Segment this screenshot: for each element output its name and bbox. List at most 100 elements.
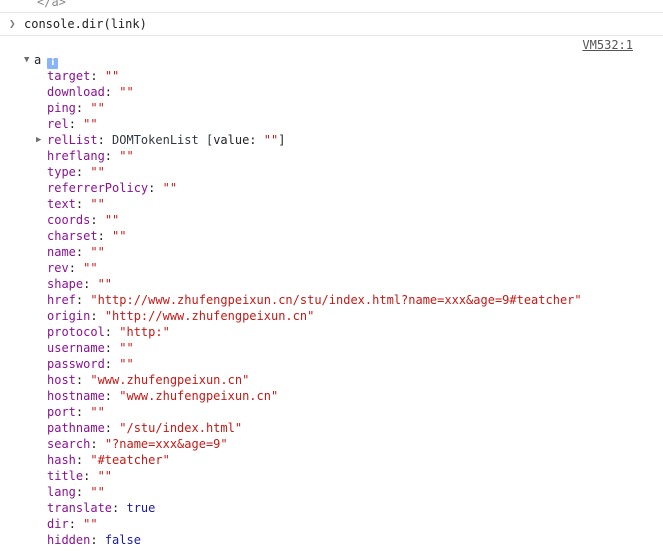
property-key: ping — [47, 101, 76, 115]
property-key: shape — [47, 277, 84, 291]
property-row-protocol: protocol: "http:" — [47, 324, 582, 340]
property-value: false — [104, 533, 141, 547]
property-separator: : — [104, 149, 120, 163]
property-value: "" — [112, 229, 127, 243]
property-key: hash — [47, 453, 76, 467]
property-separator: : — [148, 181, 163, 195]
property-separator: : — [104, 341, 120, 355]
property-key: port — [47, 405, 76, 419]
property-key: name — [47, 245, 76, 259]
property-key: charset — [47, 229, 98, 243]
triangle-right-icon[interactable]: ▶ — [36, 132, 46, 148]
property-row-lang: lang: "" — [47, 484, 582, 500]
property-value: "" — [162, 181, 178, 195]
property-separator: : — [104, 389, 120, 403]
property-separator: : — [75, 293, 91, 307]
property-separator: : — [75, 165, 91, 179]
property-value: "?name=xxx&age=9" — [104, 437, 228, 451]
command-text: console.dir(link) — [24, 17, 147, 31]
property-separator: : — [97, 133, 113, 147]
property-key: text — [47, 197, 76, 211]
object-tree-header[interactable]: ▼ a i — [24, 52, 59, 69]
property-separator: : — [68, 117, 84, 131]
property-row-host: host: "www.zhufengpeixun.cn" — [47, 372, 582, 388]
property-separator: : — [104, 421, 120, 435]
property-row-hidden: hidden: false — [47, 532, 582, 548]
property-separator: : — [83, 469, 98, 483]
property-separator: : — [68, 261, 84, 275]
property-key: lang — [47, 485, 76, 499]
property-row-pathname: pathname: "/stu/index.html" — [47, 420, 582, 436]
property-value: "www.zhufengpeixun.cn" — [90, 373, 250, 387]
property-separator: : — [75, 373, 91, 387]
property-row-text: text: "" — [47, 196, 582, 212]
property-key: target — [47, 69, 91, 83]
property-key: href — [47, 293, 76, 307]
property-value: "" — [119, 149, 134, 163]
property-row-password: password: "" — [47, 356, 582, 372]
property-row-title: title: "" — [47, 468, 582, 484]
property-key: hreflang — [47, 149, 105, 163]
property-row-relList[interactable]: ▶ relList: DOMTokenList [value: ""] — [36, 132, 582, 148]
property-separator: : — [75, 101, 91, 115]
property-key: referrerPolicy — [47, 181, 149, 195]
property-value: "" — [90, 101, 105, 115]
property-inner-key: value: — [213, 133, 264, 147]
property-row-coords: coords: "" — [47, 212, 582, 228]
property-key: hidden — [47, 533, 91, 547]
property-separator: : — [90, 533, 105, 547]
property-key: dir — [47, 517, 69, 531]
property-value: "" — [104, 69, 120, 83]
property-value: true — [126, 501, 156, 515]
property-key: title — [47, 469, 84, 483]
command-line[interactable]: ❯ console.dir(link) — [0, 13, 663, 36]
property-key: type — [47, 165, 76, 179]
property-bracket: ] — [278, 133, 286, 147]
property-key: password — [47, 357, 105, 371]
property-separator: : — [112, 501, 127, 515]
property-key: download — [47, 85, 105, 99]
property-row-hostname: hostname: "www.zhufengpeixun.cn" — [47, 388, 582, 404]
property-separator: : — [75, 197, 91, 211]
closing-tag-text: </a> — [37, 0, 66, 9]
property-row-name: name: "" — [47, 244, 582, 260]
property-key: coords — [47, 213, 91, 227]
property-separator: : — [104, 357, 120, 371]
property-row-origin: origin: "http://www.zhufengpeixun.cn" — [47, 308, 582, 324]
property-separator: : — [90, 309, 105, 323]
property-row-type: type: "" — [47, 164, 582, 180]
property-value: "http:" — [119, 325, 170, 339]
source-location-link[interactable]: VM532:1 — [582, 37, 633, 53]
property-value: "" — [97, 277, 113, 291]
property-value: "" — [83, 261, 98, 275]
property-value: "" — [119, 85, 134, 99]
property-value: "#teatcher" — [90, 453, 170, 467]
chevron-right-icon: ❯ — [9, 17, 16, 30]
property-value: "" — [90, 165, 105, 179]
property-value: "" — [97, 469, 113, 483]
property-class-name: DOMTokenList [ — [112, 133, 214, 147]
previous-output-line: </a> — [0, 0, 663, 13]
property-inner-value: "" — [263, 133, 279, 147]
property-row-dir: dir: "" — [47, 516, 582, 532]
property-row-href: href: "http://www.zhufengpeixun.cn/stu/i… — [47, 292, 582, 308]
triangle-down-icon[interactable]: ▼ — [24, 52, 34, 68]
property-row-search: search: "?name=xxx&age=9" — [47, 436, 582, 452]
object-name: a — [34, 53, 42, 67]
property-separator: : — [75, 485, 91, 499]
property-separator: : — [90, 213, 105, 227]
property-separator: : — [83, 277, 98, 291]
property-row-hreflang: hreflang: "" — [47, 148, 582, 164]
property-key: relList — [47, 133, 98, 147]
property-row-referrerPolicy: referrerPolicy: "" — [47, 180, 582, 196]
property-row-hash: hash: "#teatcher" — [47, 452, 582, 468]
property-value: "" — [90, 245, 105, 259]
property-key: origin — [47, 309, 91, 323]
property-separator: : — [97, 229, 113, 243]
property-separator: : — [104, 325, 120, 339]
property-key: host — [47, 373, 76, 387]
property-row-port: port: "" — [47, 404, 582, 420]
devtools-console: </a> ❯ console.dir(link) VM532:1 ▼ a i tar… — [0, 0, 663, 551]
property-value: "" — [83, 117, 98, 131]
property-separator: : — [75, 405, 91, 419]
